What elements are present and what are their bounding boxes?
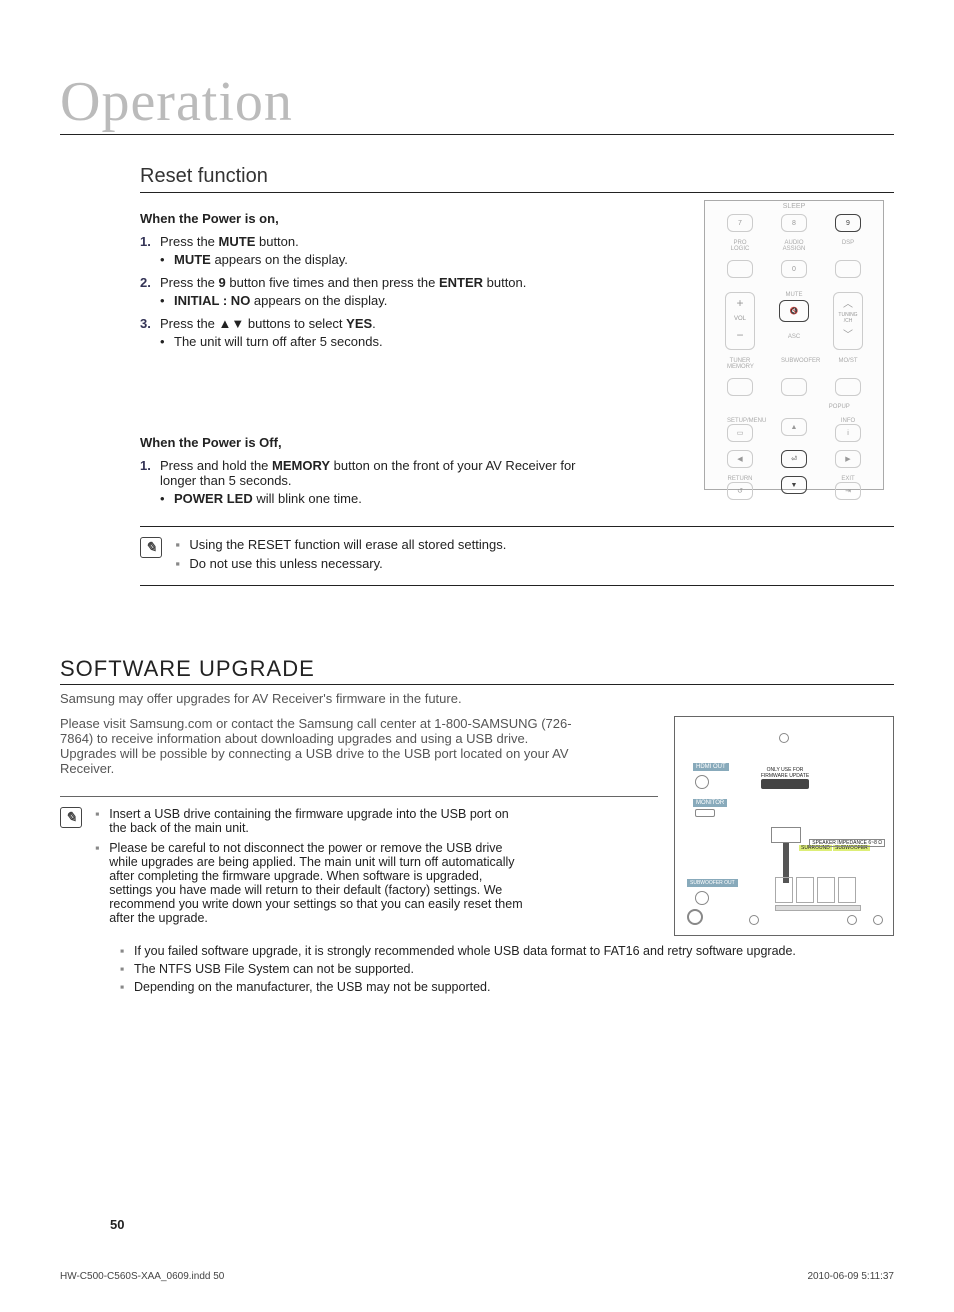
s2-b1: 9 — [219, 275, 226, 290]
step-3: 3. Press the ▲▼ buttons to select YES. •… — [140, 316, 600, 349]
remote-label-exit: EXIT — [835, 476, 861, 482]
remote-label-popup: POPUP — [826, 404, 852, 410]
remote-btn-return: ↺ — [727, 482, 753, 500]
upgrade-heading: SOFTWARE UPGRADE — [60, 656, 894, 685]
remote-sleep-label: SLEEP — [705, 201, 883, 210]
s1-sub-b: MUTE — [174, 252, 211, 267]
remote-btn-enter: ⏎ — [781, 450, 807, 468]
remote-btn-sw — [781, 378, 807, 396]
off1-sub-post: will blink one time. — [253, 491, 362, 506]
s3-post: . — [372, 316, 376, 331]
upg-n5: Depending on the manufacturer, the USB m… — [134, 980, 490, 994]
remote-mute-label: MUTE — [779, 292, 809, 298]
remote-btn-up: ▲ — [781, 418, 807, 436]
chapter-title: Operation — [60, 70, 894, 135]
remote-asc-label: ASC — [779, 334, 809, 340]
off1-sub-b: POWER LED — [174, 491, 253, 506]
remote-btn-left: ◀ — [727, 450, 753, 468]
remote-btn-8: 8 — [781, 214, 807, 232]
s1-pre: Press the — [160, 234, 219, 249]
remote-label-tunermem: TUNER MEMORY — [727, 358, 753, 370]
upg-n1: Insert a USB drive containing the firmwa… — [109, 807, 525, 835]
s2-sub-b: INITIAL : NO — [174, 293, 250, 308]
remote-btn-setup: ▭ — [727, 424, 753, 442]
step-1: 1. Press the MUTE button. •MUTE appears … — [140, 234, 600, 267]
footer-date: 2010-06-09 5:11:37 — [807, 1271, 894, 1282]
remote-btn-tm — [727, 378, 753, 396]
diag-subout: SUBWOOFER OUT — [687, 879, 738, 887]
remote-btn-exit: ⇥ — [835, 482, 861, 500]
remote-label-setup: SETUP/MENU — [727, 418, 753, 424]
upgrade-p1: Samsung may offer upgrades for AV Receiv… — [60, 691, 580, 706]
s3-sub: The unit will turn off after 5 seconds. — [174, 334, 383, 349]
remote-label-dsp: DSP — [835, 240, 861, 252]
page-number: 50 — [110, 1217, 124, 1232]
s1-sub-post: appears on the display. — [211, 252, 348, 267]
remote-btn-info: i — [835, 424, 861, 442]
remote-label-audioassign: AUDIO ASSIGN — [781, 240, 807, 252]
off1-pre: Press and hold the — [160, 458, 272, 473]
remote-label-return: RETURN — [727, 476, 753, 482]
step-2: 2. Press the 9 button five times and the… — [140, 275, 600, 308]
back-panel-diagram: HDMI OUT ONLY USE FOR FIRMWARE UPDATE MO… — [674, 716, 894, 936]
remote-label-info: INFO — [835, 418, 861, 424]
remote-btn-blank2 — [835, 260, 861, 278]
remote-btn-9: 9 — [835, 214, 861, 232]
upg-n4: The NTFS USB File System can not be supp… — [134, 962, 414, 976]
diag-speaker: SPEAKER IMPEDANCE 6~8 Ω — [809, 839, 885, 847]
remote-label-mo: MO/ST — [835, 358, 861, 370]
note-icon: ✎ — [140, 537, 162, 558]
diag-hdmi: HDMI OUT — [693, 763, 729, 771]
s3-b: YES — [346, 316, 372, 331]
remote-btn-right: ▶ — [835, 450, 861, 468]
remote-btn-blank1 — [727, 260, 753, 278]
s2-mid: button five times and then press the — [226, 275, 439, 290]
upgrade-note-box: ✎ ▪Insert a USB drive containing the fir… — [60, 796, 658, 931]
s1-post: button. — [255, 234, 298, 249]
reset-heading: Reset function — [140, 165, 894, 193]
upg-n2: Please be careful to not disconnect the … — [109, 841, 525, 925]
remote-btn-mo — [835, 378, 861, 396]
s2-post: button. — [483, 275, 526, 290]
remote-tuning-label: TUNING /CH — [834, 310, 862, 326]
remote-btn-7: 7 — [727, 214, 753, 232]
off-step-1: 1. Press and hold the MEMORY button on t… — [140, 458, 600, 506]
diag-monitor: MONITOR — [693, 799, 727, 807]
remote-diagram: SLEEP 7 8 9 PRO LOGIC AUDIO ASSIGN DSP 0… — [704, 200, 884, 490]
off1-b: MEMORY — [272, 458, 330, 473]
s2-pre: Press the — [160, 275, 219, 290]
reset-note-box: ✎ ▪Using the RESET function will erase a… — [140, 526, 894, 586]
remote-btn-down: ▼ — [781, 476, 807, 494]
remote-label-prologic: PRO LOGIC — [727, 240, 753, 252]
footer-file: HW-C500-C560S-XAA_0609.indd 50 — [60, 1271, 224, 1282]
remote-mute-btn: 🔇 — [779, 300, 809, 322]
s2-b2: ENTER — [439, 275, 483, 290]
footer: HW-C500-C560S-XAA_0609.indd 50 2010-06-0… — [60, 1271, 894, 1282]
remote-label-subwoofer: SUBWOOFER — [781, 358, 807, 370]
s2-sub-post: appears on the display. — [250, 293, 387, 308]
reset-note-1: Using the RESET function will erase all … — [189, 537, 506, 552]
upg-n3: If you failed software upgrade, it is st… — [134, 944, 796, 958]
remote-vol-label: VOL — [726, 310, 754, 328]
remote-btn-0: 0 — [781, 260, 807, 278]
note-icon-2: ✎ — [60, 807, 82, 828]
diag-usb-label: ONLY USE FOR FIRMWARE UPDATE — [755, 767, 815, 779]
upgrade-p2: Please visit Samsung.com or contact the … — [60, 716, 580, 776]
s1-b: MUTE — [219, 234, 256, 249]
s3-pre: Press the ▲▼ buttons to select — [160, 316, 346, 331]
reset-note-2: Do not use this unless necessary. — [189, 556, 382, 571]
